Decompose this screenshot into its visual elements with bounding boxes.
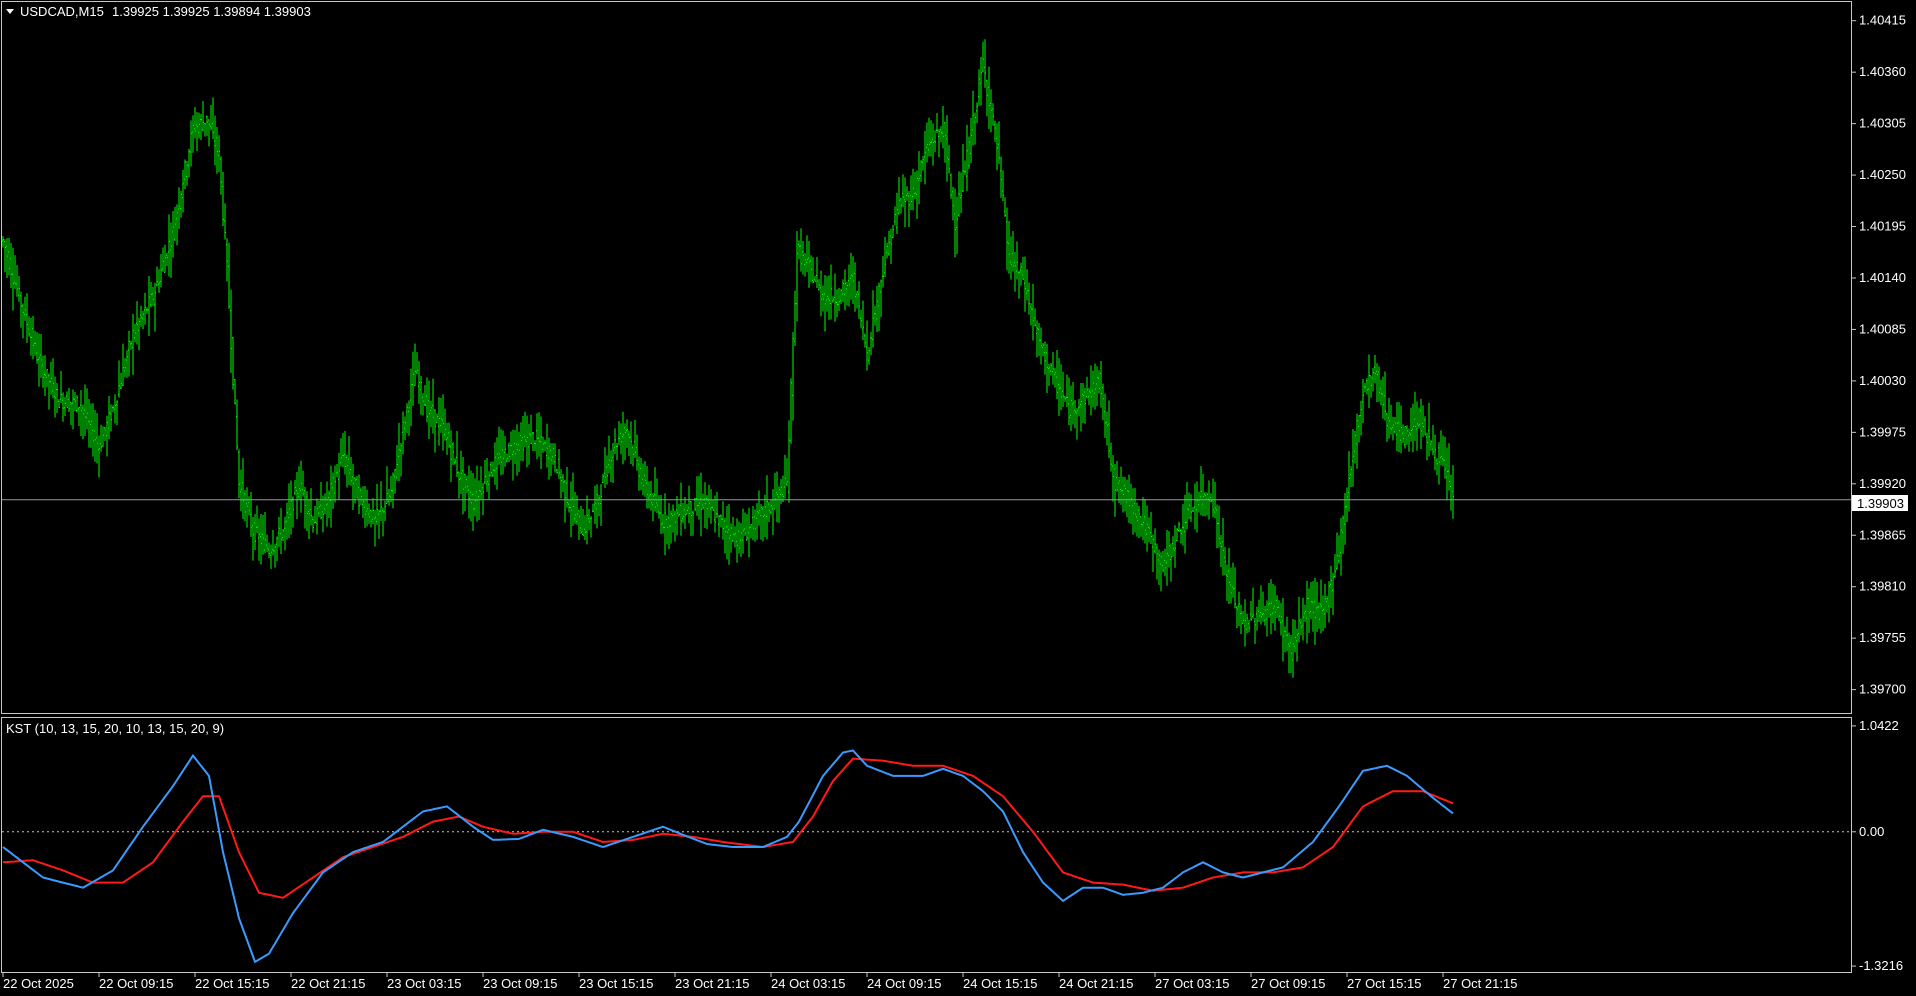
price-tick-label: 1.39755 xyxy=(1859,630,1906,645)
time-tick-label: 22 Oct 2025 xyxy=(3,976,74,991)
indicator-tick-label: -1.3216 xyxy=(1859,958,1903,973)
chart-window[interactable]: USDCAD,M15 1.39925 1.39925 1.39894 1.399… xyxy=(0,0,1916,996)
price-tick-label: 1.40415 xyxy=(1859,13,1906,28)
current-price-badge: 1.39903 xyxy=(1852,495,1908,511)
price-tick-label: 1.40140 xyxy=(1859,270,1906,285)
time-tick-label: 22 Oct 21:15 xyxy=(291,976,365,991)
price-tick-label: 1.40250 xyxy=(1859,167,1906,182)
price-tick-label: 1.40195 xyxy=(1859,219,1906,234)
time-tick-label: 23 Oct 09:15 xyxy=(483,976,557,991)
time-tick-label: 23 Oct 21:15 xyxy=(675,976,749,991)
price-tick-label: 1.39865 xyxy=(1859,527,1906,542)
time-tick-label: 23 Oct 15:15 xyxy=(579,976,653,991)
symbol-timeframe: USDCAD,M15 xyxy=(20,4,104,19)
price-tick-label: 1.40030 xyxy=(1859,373,1906,388)
time-tick-label: 27 Oct 09:15 xyxy=(1251,976,1325,991)
price-tick-label: 1.39700 xyxy=(1859,682,1906,697)
time-tick-label: 24 Oct 03:15 xyxy=(771,976,845,991)
price-tick-label: 1.39975 xyxy=(1859,424,1906,439)
price-tick-label: 1.40360 xyxy=(1859,64,1906,79)
price-tick-label: 1.40085 xyxy=(1859,321,1906,336)
price-tick-label: 1.39810 xyxy=(1859,579,1906,594)
indicator-title: KST (10, 13, 15, 20, 10, 13, 15, 20, 9) xyxy=(6,721,224,736)
time-tick-label: 27 Oct 03:15 xyxy=(1155,976,1229,991)
time-tick-label: 27 Oct 21:15 xyxy=(1443,976,1517,991)
time-tick-label: 24 Oct 15:15 xyxy=(963,976,1037,991)
ohlc-values: 1.39925 1.39925 1.39894 1.39903 xyxy=(112,4,311,19)
chart-background xyxy=(0,0,1916,996)
time-tick-label: 22 Oct 09:15 xyxy=(99,976,173,991)
price-tick-label: 1.40305 xyxy=(1859,116,1906,131)
time-tick-label: 24 Oct 09:15 xyxy=(867,976,941,991)
time-tick-label: 23 Oct 03:15 xyxy=(387,976,461,991)
indicator-tick-label: 1.0422 xyxy=(1859,718,1899,733)
indicator-tick-label: 0.00 xyxy=(1859,824,1884,839)
time-tick-label: 27 Oct 15:15 xyxy=(1347,976,1421,991)
time-tick-label: 22 Oct 15:15 xyxy=(195,976,269,991)
time-tick-label: 24 Oct 21:15 xyxy=(1059,976,1133,991)
price-tick-label: 1.39920 xyxy=(1859,476,1906,491)
current-price-label: 1.39903 xyxy=(1857,496,1904,511)
